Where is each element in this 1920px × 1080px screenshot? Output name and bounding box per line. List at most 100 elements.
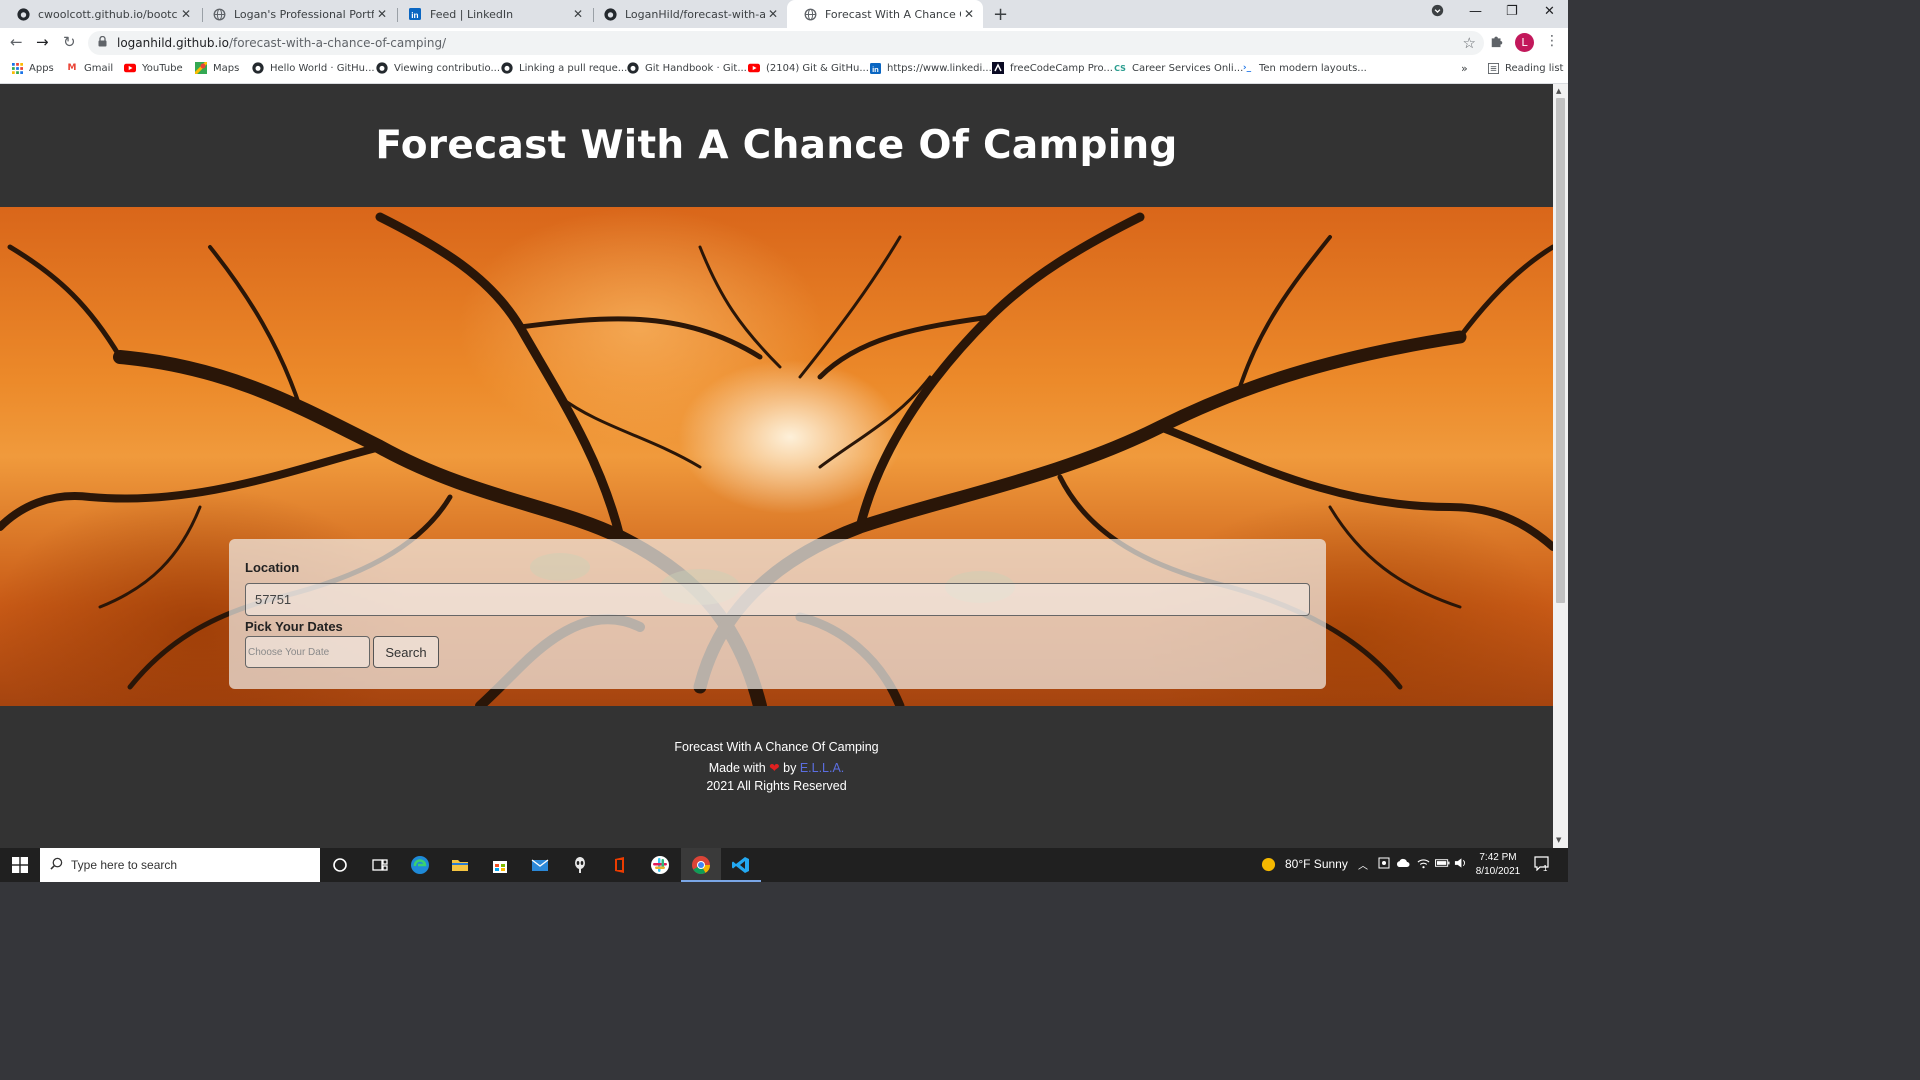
bookmark-career-services[interactable]: CS Career Services Onli...	[1114, 62, 1243, 74]
taskbar-search-box[interactable]: Type here to search	[40, 848, 320, 882]
tab-repo[interactable]: LoganHild/forecast-with-a-chanc ✕	[587, 0, 787, 28]
volume-speaker-icon[interactable]	[1454, 857, 1467, 872]
wifi-icon[interactable]	[1417, 857, 1430, 872]
close-icon[interactable]: ✕	[570, 7, 586, 21]
bookmark-label: Git Handbook · Git...	[645, 62, 747, 74]
date-row: Search	[245, 636, 1310, 668]
bookmark-apps[interactable]: Apps	[11, 62, 54, 74]
close-icon[interactable]: ✕	[178, 7, 194, 21]
tab-title: LoganHild/forecast-with-a-chanc	[625, 7, 765, 21]
alien-app-icon[interactable]	[570, 855, 590, 875]
extensions-puzzle-icon[interactable]	[1490, 34, 1504, 52]
new-tab-plus-icon[interactable]: +	[993, 4, 1008, 25]
reload-icon[interactable]: ↻	[63, 33, 76, 51]
maximize-icon[interactable]: ❐	[1506, 4, 1518, 19]
footer-made-with: Made with	[708, 761, 766, 775]
bookmark-hello-world[interactable]: Hello World · GitHu...	[252, 62, 375, 74]
dates-label: Pick Your Dates	[245, 619, 343, 634]
edge-browser-icon[interactable]	[410, 855, 430, 875]
bookmark-git-handbook[interactable]: Git Handbook · Git...	[627, 62, 747, 74]
footer-credit: Made with ❤ by E.L.L.A.	[0, 760, 1553, 775]
reading-list-button[interactable]: Reading list	[1487, 62, 1563, 74]
clock-date: 8/10/2021	[1475, 866, 1521, 877]
chrome-menu-icon[interactable]: ⋮	[1545, 33, 1559, 49]
author-link[interactable]: E.L.L.A.	[800, 761, 844, 775]
bookmark-youtube[interactable]: YouTube	[124, 62, 183, 74]
system-clock[interactable]: 7:42 PM 8/10/2021	[1470, 851, 1526, 879]
minimize-icon[interactable]: —	[1469, 4, 1482, 19]
tab-title: Feed | LinkedIn	[430, 7, 514, 21]
url-text: loganhild.github.io/forecast-with-a-chan…	[117, 36, 447, 50]
tab-linkedin[interactable]: in Feed | LinkedIn ✕	[392, 0, 592, 28]
bookmark-linking-pull-request[interactable]: Linking a pull reque...	[501, 62, 627, 74]
bookmark-star-icon[interactable]: ☆	[1463, 34, 1476, 52]
tab-forecast-active[interactable]: Forecast With A Chance Of Camp ✕	[787, 0, 983, 28]
close-icon[interactable]: ✕	[374, 7, 390, 21]
notification-center-icon[interactable]	[1534, 856, 1550, 874]
scroll-up-arrow-icon[interactable]: ▲	[1556, 87, 1561, 95]
cs-icon: CS	[1114, 63, 1126, 73]
globe-icon	[212, 7, 226, 21]
close-icon[interactable]: ✕	[765, 7, 781, 21]
reading-list-label: Reading list	[1505, 62, 1564, 74]
close-icon[interactable]: ✕	[961, 7, 977, 21]
weather-sun-icon[interactable]	[1261, 857, 1276, 875]
show-hidden-icons-chevron-icon[interactable]: ︿	[1358, 857, 1368, 872]
bookmark-viewing-contributions[interactable]: Viewing contributio...	[376, 62, 500, 74]
cortana-circle-icon[interactable]	[330, 855, 350, 875]
github-icon	[376, 62, 388, 74]
office-icon[interactable]	[610, 855, 630, 875]
tab-portfolio[interactable]: Logan's Professional Portfolio ✕	[196, 0, 396, 28]
bookmark-linkedin-url[interactable]: in https://www.linkedi...	[869, 62, 992, 74]
back-arrow-icon[interactable]: ←	[10, 33, 23, 51]
bookmark-ten-modern-layouts[interactable]: ›_ Ten modern layouts...	[1241, 62, 1367, 74]
page-scrollbar[interactable]: ▲ ▼	[1553, 84, 1568, 848]
browser-toolbar: ← → ↻ loganhild.github.io/forecast-with-…	[0, 28, 1568, 58]
bookmarks-overflow-chevron-icon[interactable]: »	[1461, 62, 1468, 75]
windows-taskbar: Type here to search 80°F Sunny ︿ 7:42 PM…	[0, 848, 1568, 882]
forward-arrow-icon[interactable]: →	[36, 33, 49, 51]
notification-count-badge: 1	[1543, 864, 1548, 873]
meet-now-icon[interactable]	[1378, 857, 1390, 872]
footer-by: by	[783, 761, 797, 775]
profile-avatar[interactable]: L	[1515, 33, 1534, 52]
scrollbar-thumb[interactable]	[1556, 98, 1565, 603]
file-explorer-icon[interactable]	[450, 855, 470, 875]
date-picker-input[interactable]	[245, 636, 370, 668]
chrome-icon[interactable]	[691, 855, 711, 875]
github-icon	[603, 7, 617, 21]
slack-icon[interactable]	[650, 855, 670, 875]
bookmark-freecodecamp[interactable]: freeCodeCamp Pro...	[992, 62, 1113, 74]
taskbar-search-placeholder: Type here to search	[71, 858, 178, 872]
bookmark-label: freeCodeCamp Pro...	[1010, 62, 1113, 74]
bookmark-gmail[interactable]: M Gmail	[66, 62, 114, 74]
location-input[interactable]	[245, 583, 1310, 616]
scroll-down-arrow-icon[interactable]: ▼	[1556, 836, 1561, 844]
tab-title: Logan's Professional Portfolio	[234, 7, 374, 21]
weather-text[interactable]: 80°F Sunny	[1285, 857, 1348, 871]
onedrive-cloud-icon[interactable]	[1396, 857, 1410, 871]
bookmark-label: Apps	[29, 62, 54, 74]
globe-icon	[803, 7, 817, 21]
freecodecamp-icon	[992, 62, 1004, 74]
tab-search-icon[interactable]	[1431, 4, 1444, 21]
lock-icon	[98, 35, 107, 50]
search-icon	[50, 857, 63, 874]
github-icon	[501, 62, 513, 74]
vscode-icon[interactable]	[731, 855, 751, 875]
address-bar[interactable]: loganhild.github.io/forecast-with-a-chan…	[88, 31, 1484, 55]
tab-bootcamp[interactable]: cwoolcott.github.io/bootcamp_a ✕	[0, 0, 200, 28]
battery-icon[interactable]	[1435, 857, 1450, 871]
task-view-icon[interactable]	[370, 855, 390, 875]
window-close-icon[interactable]: ✕	[1544, 4, 1555, 19]
clock-time: 7:42 PM	[1479, 852, 1517, 863]
linkedin-icon: in	[408, 7, 422, 21]
bookmark-git-github-video[interactable]: (2104) Git & GitHu...	[748, 62, 869, 74]
windows-start-icon[interactable]	[12, 857, 28, 877]
mail-icon[interactable]	[530, 855, 550, 875]
search-button[interactable]: Search	[373, 636, 439, 668]
bookmark-maps[interactable]: Maps	[195, 62, 239, 74]
linkedin-icon: in	[869, 62, 881, 74]
microsoft-store-icon[interactable]	[490, 855, 510, 875]
bookmark-label: Gmail	[84, 62, 114, 74]
